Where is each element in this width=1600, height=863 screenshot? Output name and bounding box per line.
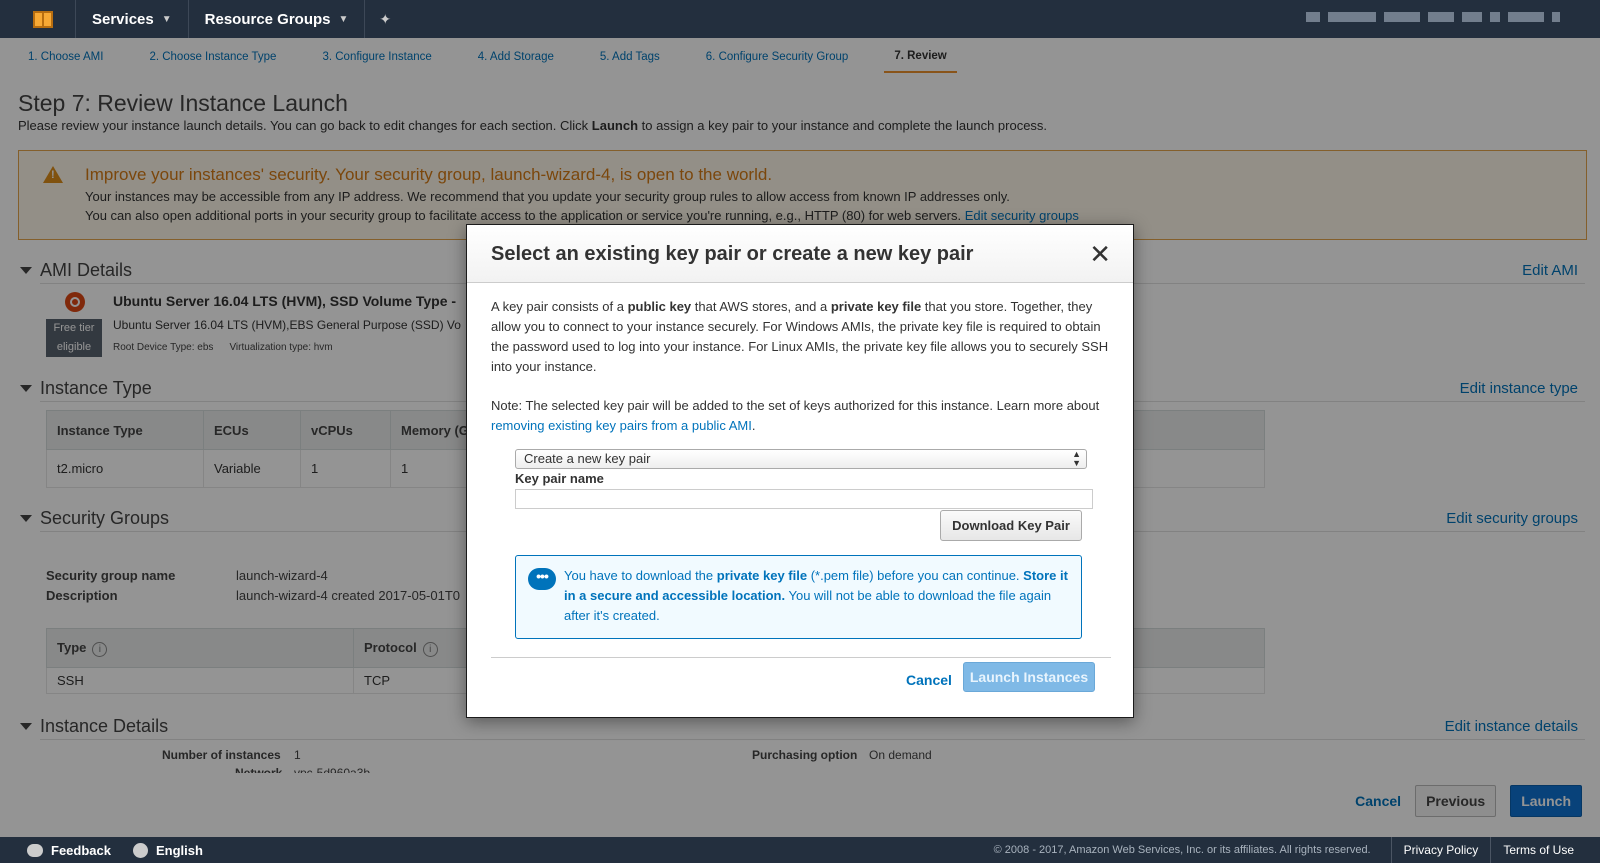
chevron-down-icon: ▼ bbox=[161, 13, 172, 25]
dialog-divider bbox=[491, 657, 1111, 658]
account-area-obscured bbox=[1306, 12, 1560, 22]
services-menu[interactable]: Services ▼ bbox=[76, 0, 188, 38]
close-icon[interactable]: ✕ bbox=[1089, 239, 1111, 270]
text-bold: private key file bbox=[830, 299, 922, 314]
dialog-body: A key pair consists of a public key that… bbox=[491, 297, 1111, 455]
text-bold: private key file bbox=[716, 568, 808, 583]
text: Note: The selected key pair will be adde… bbox=[491, 398, 1100, 413]
pin-icon[interactable]: ✦ bbox=[365, 11, 405, 28]
copyright: © 2008 - 2017, Amazon Web Services, Inc.… bbox=[993, 844, 1371, 856]
select-value: Create a new key pair bbox=[524, 451, 651, 466]
text: . bbox=[751, 418, 756, 433]
select-arrows-icon: ▲ ▼ bbox=[1072, 449, 1081, 468]
resource-groups-menu[interactable]: Resource Groups ▼ bbox=[189, 0, 365, 38]
text-bold: public key bbox=[627, 299, 692, 314]
language-selector[interactable]: English bbox=[156, 843, 213, 858]
feedback-link[interactable]: Feedback bbox=[51, 843, 121, 858]
text: that AWS stores, and a bbox=[691, 299, 831, 314]
feedback-icon bbox=[27, 843, 43, 857]
aws-logo-icon[interactable] bbox=[31, 8, 55, 30]
download-key-pair-button[interactable]: Download Key Pair bbox=[940, 510, 1082, 541]
globe-icon bbox=[132, 842, 148, 858]
removing-key-pairs-link[interactable]: removing existing key pairs from a publi… bbox=[491, 418, 752, 433]
dialog-title: Select an existing key pair or create a … bbox=[491, 243, 974, 265]
text: You have to download the bbox=[564, 568, 717, 583]
dialog-header: Select an existing key pair or create a … bbox=[467, 225, 1133, 283]
info-chat-icon: ••• bbox=[528, 568, 556, 590]
key-pair-dialog: Select an existing key pair or create a … bbox=[466, 224, 1134, 718]
terms-of-use-link[interactable]: Terms of Use bbox=[1490, 837, 1586, 863]
text: A key pair consists of a bbox=[491, 299, 628, 314]
services-label: Services bbox=[92, 10, 154, 28]
launch-instances-button[interactable]: Launch Instances bbox=[963, 662, 1095, 692]
download-info-text: You have to download the private key fil… bbox=[564, 566, 1074, 626]
key-pair-name-input[interactable] bbox=[515, 489, 1093, 509]
key-pair-note: Note: The selected key pair will be adde… bbox=[491, 396, 1111, 436]
top-navigation: Services ▼ Resource Groups ▼ ✦ bbox=[0, 0, 1600, 38]
key-pair-name-label: Key pair name bbox=[515, 471, 604, 486]
footer: Feedback English © 2008 - 2017, Amazon W… bbox=[0, 837, 1600, 863]
key-pair-select[interactable]: Create a new key pair ▲ ▼ bbox=[515, 449, 1087, 469]
resource-groups-label: Resource Groups bbox=[204, 10, 331, 28]
privacy-policy-link[interactable]: Privacy Policy bbox=[1390, 837, 1491, 863]
key-pair-explanation: A key pair consists of a public key that… bbox=[491, 297, 1111, 377]
chevron-down-icon: ▼ bbox=[338, 13, 349, 25]
text: (*.pem file) before you can continue. bbox=[807, 568, 1024, 583]
download-info-box: ••• You have to download the private key… bbox=[515, 555, 1082, 639]
dialog-cancel-button[interactable]: Cancel bbox=[906, 672, 952, 688]
